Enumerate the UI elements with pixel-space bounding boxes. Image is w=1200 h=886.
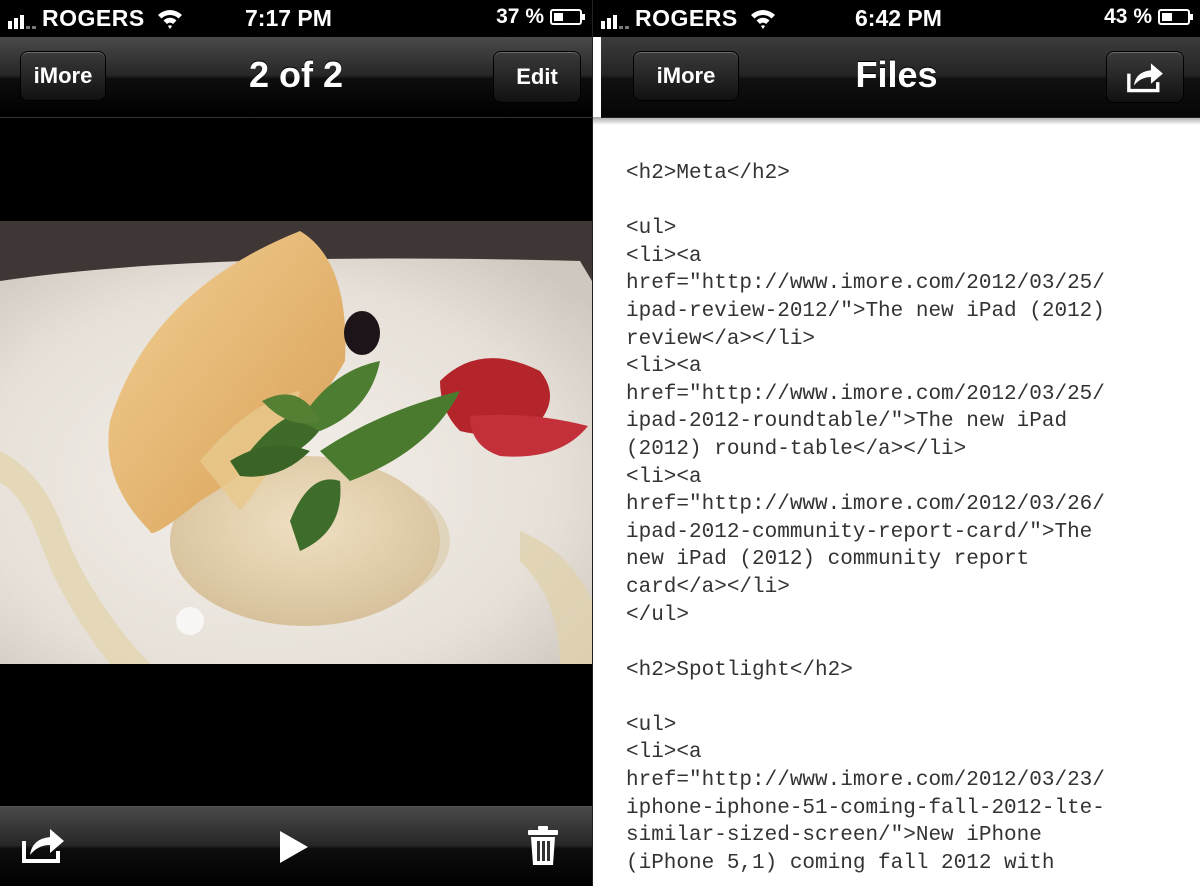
wifi-icon — [157, 9, 182, 29]
battery-percent: 43 % — [1104, 5, 1152, 28]
carrier-label: ROGERS — [635, 5, 738, 31]
signal-icon — [601, 9, 629, 29]
code-line: href="http://www.imore.com/2012/03/25/ — [626, 272, 1105, 296]
code-line: <li><a — [626, 465, 702, 489]
battery-percent: 37 % — [496, 5, 544, 28]
edit-button-label: Edit — [516, 64, 558, 89]
code-line: <li><a — [626, 355, 702, 379]
code-line: (2012) round-table</a></li> — [626, 437, 967, 461]
code-line: <li><a — [626, 741, 702, 765]
code-line: iphone-iphone-51-coming-fall-2012-lte- — [626, 796, 1105, 820]
signal-icon — [8, 9, 36, 29]
code-line: (iPhone 5,1) coming fall 2012 with — [626, 851, 1055, 875]
code-line: <h2>Spotlight</h2> — [626, 658, 853, 682]
wifi-icon — [750, 9, 775, 29]
battery-icon — [1158, 9, 1193, 25]
code-line: <li><a — [626, 244, 702, 268]
navigation-bar: iMore Files — [601, 37, 1200, 118]
clock: 7:17 PM — [245, 5, 332, 31]
file-source-code[interactable]: <h2>Meta</h2> <ul> <li><a href="http://www… — [626, 160, 1186, 877]
edit-button[interactable]: Edit — [493, 51, 581, 103]
code-line: <ul> — [626, 713, 677, 737]
photo-image[interactable] — [0, 221, 592, 664]
files-screen: ROGERS 6:42 PM 43 % iMore Files <h2>Meta… — [592, 0, 1200, 886]
bottom-toolbar — [0, 806, 592, 886]
code-line: <ul> — [626, 217, 677, 241]
carrier-label: ROGERS — [42, 5, 145, 31]
code-line: card</a></li> — [626, 575, 790, 599]
clock: 6:42 PM — [855, 5, 942, 31]
status-bar: ROGERS 6:42 PM 43 % — [593, 0, 1200, 37]
code-line: ipad-2012-community-report-card/">The — [626, 520, 1093, 544]
code-line: </ul> — [626, 603, 690, 627]
code-line: href="http://www.imore.com/2012/03/25/ — [626, 382, 1105, 406]
play-icon[interactable] — [278, 829, 310, 865]
navigation-bar: iMore 2 of 2 Edit — [0, 37, 592, 118]
battery-icon — [550, 9, 585, 25]
share-icon[interactable] — [20, 825, 66, 865]
code-line: ipad-review-2012/">The new iPad (2012) — [626, 299, 1105, 323]
status-bar: ROGERS 7:17 PM 37 % — [0, 0, 592, 37]
code-line: similar-sized-screen/">New iPhone — [626, 824, 1042, 848]
code-line: <h2>Meta</h2> — [626, 162, 790, 185]
code-line: href="http://www.imore.com/2012/03/23/ — [626, 769, 1105, 793]
trash-icon[interactable] — [527, 825, 559, 867]
share-button[interactable] — [1106, 51, 1184, 103]
share-icon — [1127, 63, 1163, 93]
code-line: href="http://www.imore.com/2012/03/26/ — [626, 493, 1105, 517]
code-line: new iPad (2012) community report — [626, 548, 1030, 572]
navbar-shadow — [593, 117, 1200, 125]
code-line: ipad-2012-roundtable/">The new iPad — [626, 410, 1068, 434]
photo-viewer-screen: ROGERS 7:17 PM 37 % iMore 2 of 2 Edit — [0, 0, 592, 886]
code-line: review</a></li> — [626, 327, 816, 351]
